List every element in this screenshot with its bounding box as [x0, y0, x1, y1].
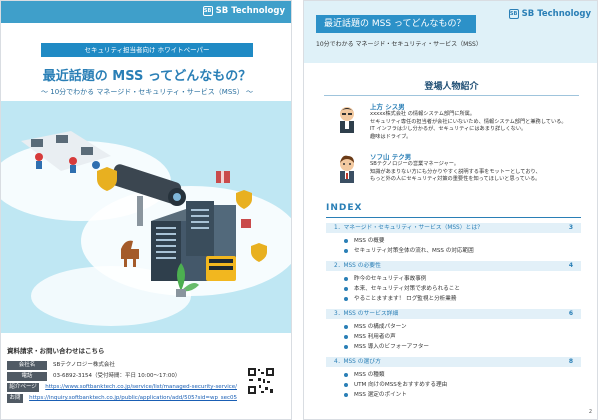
index-item: MSS の種類 [344, 371, 385, 379]
index-page: 最近話題の MSS ってどんなもの？ 10分でわかる マネージド・セキュリティ・… [303, 0, 598, 420]
index-item: MSS 利用者の声 [344, 333, 396, 341]
bullet-icon [344, 296, 348, 301]
intro-page-link[interactable]: https://www.softbanktech.co.jp/service/l… [39, 383, 237, 392]
contact-row-phone: 電話 03-6892-3154（受付時間：平日 10:00〜17:00） [7, 372, 237, 381]
section-page-number: 8 [568, 358, 573, 365]
bullet-icon [344, 392, 348, 397]
bullet-icon [344, 334, 348, 339]
qr-code-icon [247, 367, 275, 395]
index-heading: INDEX [326, 203, 363, 213]
index-section-2[interactable]: 2．MSS の必要性 4 [326, 261, 581, 271]
characters-divider [324, 95, 579, 96]
index-item: MSS の概要 [344, 237, 385, 245]
index-item: やることますます！ ログ監視と分析業務 [344, 295, 456, 303]
characters-heading: 登場人物紹介 [424, 82, 479, 92]
bullet-icon [344, 248, 348, 253]
cover-page: SB SB Technology セキュリティ担当者向け ホワイトペーパー 最近… [0, 0, 292, 420]
index-item: 昨今のセキュリティ事故事例 [344, 275, 426, 283]
index-item: MSS 選定のポイント [344, 391, 407, 399]
index-item: UTM 向けのMSSをおすすめする理由 [344, 381, 447, 389]
character-name: 上方 シス男 [370, 103, 405, 111]
character-description: xxxxx株式会社 の情報システム部門に所属。 セキュリティ専任の担当者が会社に… [370, 111, 567, 140]
character-description: SBテクノロジーの営業マネージャー。 知識があまりない方にも分かりやすく説明する… [370, 161, 541, 182]
index-item: MSS 導入のビフォーアフター [344, 343, 429, 351]
index-section-3[interactable]: 3．MSS のサービス詳細 6 [326, 309, 581, 319]
contact-heading: 資料請求・お問い合わせはこちら [7, 347, 105, 355]
bullet-icon [344, 344, 348, 349]
logo-mark-icon: SB [202, 6, 213, 16]
index-title-box: 最近話題の MSS ってどんなもの？ 10分でわかる マネージド・セキュリティ・… [304, 1, 597, 63]
contact-row-inquiry[interactable]: お問い合わせ https://inquiry.softbanktech.co.j… [7, 394, 237, 419]
contact-section: 資料請求・お問い合わせはこちら 会社名 SBテクノロジー株式会社 電話 03-6… [1, 339, 291, 419]
bullet-icon [344, 286, 348, 291]
character-sofuyama: ソフ山 テク男 SBテクノロジーの営業マネージャー。 知識があまりない方にも分か… [334, 151, 584, 191]
index-page-title: 最近話題の MSS ってどんなもの？ [316, 15, 476, 33]
section-page-number: 3 [568, 224, 573, 231]
avatar-kamigata-icon [340, 107, 354, 133]
contact-row-intro-page[interactable]: 紹介ページ https://www.softbanktech.co.jp/ser… [7, 383, 237, 392]
character-kamigata: 上方 シス男 xxxxx株式会社 の情報システム部門に所属。 セキュリティ専任の… [334, 101, 584, 149]
index-section-1[interactable]: 1．マネージド・セキュリティ・サービス（MSS）とは？ 3 [326, 223, 581, 233]
index-divider [326, 217, 581, 218]
whitepaper-tagline: セキュリティ担当者向け ホワイトペーパー [41, 43, 253, 57]
company-logo: SB SB Technology [202, 6, 285, 16]
cover-title: 最近話題の MSS ってどんなもの？ [42, 69, 252, 84]
index-page-subtitle: 10分でわかる マネージド・セキュリティ・サービス（MSS） [316, 41, 482, 48]
index-item: MSS の構成パターン [344, 323, 407, 331]
avatar-sofuyama-icon [340, 155, 354, 183]
security-illustration [1, 101, 291, 333]
bullet-icon [344, 372, 348, 377]
page-number: 2 [588, 409, 592, 415]
contact-row-company: 会社名 SBテクノロジー株式会社 [7, 361, 237, 370]
bullet-icon [344, 238, 348, 243]
section-page-number: 4 [568, 262, 573, 269]
bullet-icon [344, 276, 348, 281]
inquiry-link[interactable]: https://inquiry.softbanktech.co.jp/publi… [23, 394, 237, 403]
index-item: セキュリティ対策全体の流れ、MSS の対応範囲 [344, 247, 474, 255]
bullet-icon [344, 382, 348, 387]
section-page-number: 6 [568, 310, 573, 317]
cover-subtitle: 〜 10分でわかる マネージド・セキュリティ・サービス（MSS） 〜 [41, 88, 253, 96]
character-name: ソフ山 テク男 [370, 153, 412, 161]
cover-header-bar: SB SB Technology [1, 1, 291, 23]
index-section-4[interactable]: 4．MSS の選び方 8 [326, 357, 581, 367]
index-item: 本来、セキュリティ対策で求められること [344, 285, 460, 293]
company-logo-small: SB SB Technology [508, 9, 591, 19]
logo-mark-icon: SB [508, 9, 519, 19]
bullet-icon [344, 324, 348, 329]
